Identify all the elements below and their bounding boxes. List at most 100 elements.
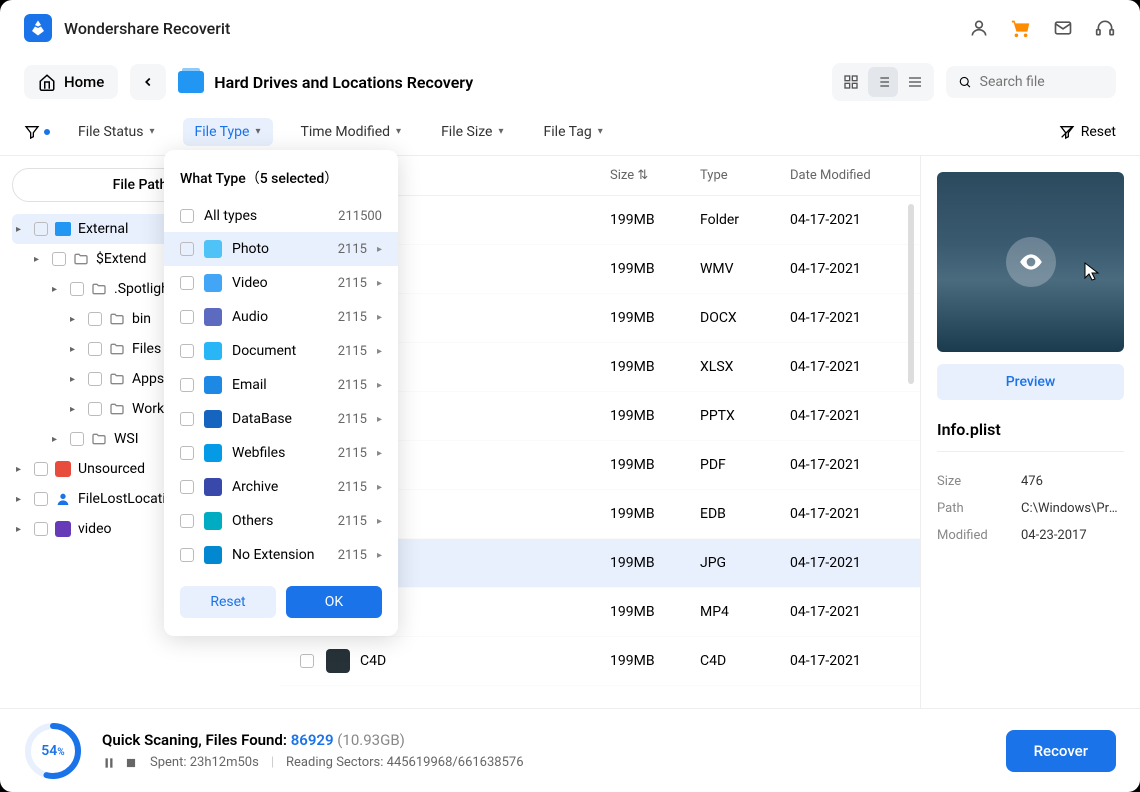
cart-icon[interactable] xyxy=(1010,17,1032,39)
checkbox[interactable] xyxy=(88,402,102,416)
dropdown-item-label: Archive xyxy=(232,479,328,495)
chevron-right-icon: ▸ xyxy=(377,312,382,323)
filter-time-modified[interactable]: Time Modified▾ xyxy=(289,118,414,146)
pause-icon[interactable] xyxy=(102,756,116,770)
search-input[interactable] xyxy=(980,74,1104,90)
back-button[interactable] xyxy=(130,64,166,100)
checkbox[interactable] xyxy=(180,344,194,358)
mail-icon[interactable] xyxy=(1052,17,1074,39)
sectors-value: 445619968/661638576 xyxy=(387,755,524,770)
search-box[interactable] xyxy=(946,66,1116,98)
checkbox[interactable] xyxy=(88,342,102,356)
file-size: 199MB xyxy=(610,604,700,620)
checkbox[interactable] xyxy=(70,282,84,296)
checkbox[interactable] xyxy=(180,242,194,256)
dropdown-item-count: 2115 xyxy=(338,344,367,359)
col-header-type[interactable]: Type xyxy=(700,168,790,183)
file-type: DOCX xyxy=(700,310,790,326)
checkbox[interactable] xyxy=(88,372,102,386)
eye-icon xyxy=(1006,237,1056,287)
dropdown-item-label: Email xyxy=(232,377,328,393)
scan-status-label: Quick Scaning, Files Found: xyxy=(102,731,291,749)
dropdown-all-types[interactable]: All types 211500 xyxy=(164,200,398,232)
view-mode-group xyxy=(832,63,934,101)
recover-button[interactable]: Recover xyxy=(1006,730,1116,772)
dropdown-item[interactable]: DataBase2115▸ xyxy=(164,402,398,436)
checkbox[interactable] xyxy=(180,310,194,324)
cursor-icon xyxy=(1084,262,1100,286)
col-header-size[interactable]: Size ⇅ xyxy=(610,168,700,183)
progress-indicator: 54% xyxy=(24,722,82,780)
filter-icon[interactable] xyxy=(24,124,50,140)
dropdown-item-count: 2115 xyxy=(338,310,367,325)
checkbox[interactable] xyxy=(180,514,194,528)
filter-file-status[interactable]: File Status▾ xyxy=(66,118,167,146)
user-icon[interactable] xyxy=(968,17,990,39)
checkbox[interactable] xyxy=(180,548,194,562)
filter-file-tag[interactable]: File Tag▾ xyxy=(532,118,615,146)
checkbox[interactable] xyxy=(34,222,48,236)
dropdown-item-count: 2115 xyxy=(338,276,367,291)
checkbox[interactable] xyxy=(300,654,314,668)
checkbox[interactable] xyxy=(34,522,48,536)
list-view-icon[interactable] xyxy=(868,67,898,97)
chevron-right-icon: ▸ xyxy=(377,346,382,357)
file-date: 04-17-2021 xyxy=(790,604,900,620)
checkbox[interactable] xyxy=(34,492,48,506)
file-size: 199MB xyxy=(610,310,700,326)
file-date: 04-17-2021 xyxy=(790,212,900,228)
scrollbar[interactable] xyxy=(908,204,914,384)
checkbox[interactable] xyxy=(180,378,194,392)
meta-size-label: Size xyxy=(937,474,1021,489)
dropdown-item[interactable]: Document2115▸ xyxy=(164,334,398,368)
file-size: 199MB xyxy=(610,408,700,424)
dropdown-item[interactable]: Webfiles2115▸ xyxy=(164,436,398,470)
dropdown-item[interactable]: Video2115▸ xyxy=(164,266,398,300)
home-button[interactable]: Home xyxy=(24,65,118,99)
checkbox[interactable] xyxy=(88,312,102,326)
checkbox[interactable] xyxy=(180,446,194,460)
checkbox[interactable] xyxy=(180,209,194,223)
checkbox[interactable] xyxy=(34,462,48,476)
checkbox[interactable] xyxy=(180,412,194,426)
home-label: Home xyxy=(64,73,104,91)
preview-thumbnail[interactable] xyxy=(937,172,1124,352)
dropdown-ok-button[interactable]: OK xyxy=(286,586,382,618)
file-date: 04-17-2021 xyxy=(790,457,900,473)
filter-file-type[interactable]: File Type▾ xyxy=(183,118,273,146)
checkbox[interactable] xyxy=(180,480,194,494)
col-header-date[interactable]: Date Modified xyxy=(790,168,900,183)
checkbox[interactable] xyxy=(180,276,194,290)
dropdown-item[interactable]: Email2115▸ xyxy=(164,368,398,402)
folder-icon xyxy=(108,400,126,418)
folder-icon xyxy=(54,460,72,478)
file-type: WMV xyxy=(700,261,790,277)
filter-file-size[interactable]: File Size▾ xyxy=(429,118,515,146)
headset-icon[interactable] xyxy=(1094,17,1116,39)
dropdown-item[interactable]: Photo2115▸ xyxy=(164,232,398,266)
spent-value: 23h12m50s xyxy=(190,755,259,770)
detail-view-icon[interactable] xyxy=(900,67,930,97)
checkbox[interactable] xyxy=(52,252,66,266)
dropdown-item[interactable]: Audio2115▸ xyxy=(164,300,398,334)
dropdown-item[interactable]: Others2115▸ xyxy=(164,504,398,538)
dropdown-item[interactable]: No Extension2115▸ xyxy=(164,538,398,572)
stop-icon[interactable] xyxy=(124,756,138,770)
checkbox[interactable] xyxy=(70,432,84,446)
folder-icon xyxy=(108,310,126,328)
drive-icon xyxy=(178,71,204,93)
file-type-icon xyxy=(326,649,350,673)
preview-button[interactable]: Preview xyxy=(937,364,1124,400)
file-date: 04-17-2021 xyxy=(790,506,900,522)
file-date: 04-17-2021 xyxy=(790,261,900,277)
dropdown-reset-button[interactable]: Reset xyxy=(180,586,276,618)
chevron-right-icon: ▸ xyxy=(377,278,382,289)
dropdown-item-count: 2115 xyxy=(338,548,367,563)
file-type: MP4 xyxy=(700,604,790,620)
dropdown-item[interactable]: Archive2115▸ xyxy=(164,470,398,504)
reset-filter-button[interactable]: Reset xyxy=(1059,124,1116,140)
grid-view-icon[interactable] xyxy=(836,67,866,97)
app-logo xyxy=(24,14,52,42)
type-icon xyxy=(204,410,222,428)
table-row[interactable]: C4D199MBC4D04-17-2021 xyxy=(280,637,920,686)
